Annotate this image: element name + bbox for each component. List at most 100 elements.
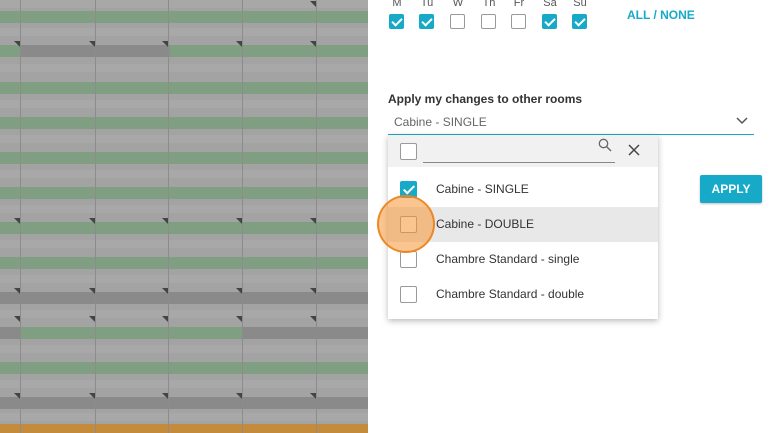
- grid-row: [0, 240, 368, 248]
- grid-bottom-bar: [0, 424, 368, 433]
- grid-row: [0, 170, 368, 178]
- dropdown-option[interactable]: Chambre Standard - double: [388, 277, 658, 312]
- all-none-toggle[interactable]: ALL / NONE: [627, 8, 695, 22]
- option-checkbox[interactable]: [400, 181, 417, 198]
- day-label: Fr: [513, 0, 525, 9]
- grid-row: [0, 135, 368, 143]
- day-checkbox[interactable]: [389, 14, 404, 29]
- grid-column-divider: [168, 0, 169, 433]
- day-label: Th: [482, 0, 496, 9]
- cell-corner-marker: [310, 1, 316, 7]
- day-checkbox[interactable]: [481, 14, 496, 29]
- cell-corner-marker: [310, 316, 316, 322]
- cell-corner-marker: [310, 393, 316, 399]
- grid-cell: [0, 117, 368, 129]
- dropdown-option[interactable]: Cabine - DOUBLE: [388, 207, 658, 242]
- cell-corner-marker: [14, 218, 20, 224]
- dropdown-option[interactable]: Cabine - SINGLE: [388, 172, 658, 207]
- grid-row: [0, 187, 368, 199]
- grid-cell: [0, 152, 368, 164]
- grid-row: [0, 362, 368, 374]
- option-label: Chambre Standard - single: [436, 252, 580, 266]
- dropdown-option[interactable]: Chambre Standard - single: [388, 242, 658, 277]
- grid-cell: [0, 187, 368, 199]
- grid-row: [0, 275, 368, 283]
- day-checkbox[interactable]: [542, 14, 557, 29]
- cell-corner-marker: [236, 41, 242, 47]
- room-select-value: Cabine - SINGLE: [394, 115, 487, 129]
- grid-cell: [0, 11, 368, 23]
- cell-corner-marker: [310, 41, 316, 47]
- cell-corner-marker: [236, 316, 242, 322]
- dropdown-search-input[interactable]: [423, 142, 615, 163]
- cell-corner-marker: [162, 316, 168, 322]
- day-checkbox[interactable]: [450, 14, 465, 29]
- day-label: M: [392, 0, 402, 9]
- grid-row: [0, 380, 368, 388]
- grid-cell: [0, 362, 368, 374]
- cell-corner-marker: [162, 41, 168, 47]
- select-all-checkbox[interactable]: [400, 143, 417, 160]
- grid-cell: [0, 28, 368, 36]
- grid-row: [0, 28, 368, 36]
- room-select[interactable]: Cabine - SINGLE: [388, 112, 754, 135]
- cell-corner-marker: [310, 288, 316, 294]
- grid-cell: [0, 380, 368, 388]
- close-icon[interactable]: [627, 143, 641, 157]
- option-checkbox[interactable]: [400, 286, 417, 303]
- day-checkbox[interactable]: [419, 14, 434, 29]
- grid-row: [0, 64, 368, 72]
- cell-corner-marker: [89, 316, 95, 322]
- grid-cell: [242, 327, 368, 339]
- grid-row: [0, 11, 368, 23]
- chevron-down-icon: [736, 117, 748, 125]
- cell-corner-marker: [14, 316, 20, 322]
- grid-cell: [0, 170, 368, 178]
- grid-cell: [0, 345, 368, 353]
- grid-row: [0, 152, 368, 164]
- grid-row: [0, 413, 368, 421]
- grid-cell: [170, 45, 368, 57]
- room-dropdown: Cabine - SINGLE Cabine - DOUBLE Chambre St…: [388, 135, 658, 319]
- option-label: Cabine - DOUBLE: [436, 217, 535, 231]
- grid-column-divider: [242, 0, 243, 433]
- grid-row: [0, 257, 368, 269]
- grid-cell: [0, 240, 368, 248]
- cell-corner-marker: [236, 393, 242, 399]
- grid-row: [0, 82, 368, 94]
- cell-corner-marker: [14, 41, 20, 47]
- option-checkbox[interactable]: [400, 251, 417, 268]
- cell-corner-marker: [89, 41, 95, 47]
- grid-cell: [0, 82, 368, 94]
- cell-corner-marker: [162, 218, 168, 224]
- apply-button[interactable]: APPLY: [700, 175, 762, 203]
- day-label: W: [452, 0, 464, 9]
- grid-column-divider: [20, 0, 21, 433]
- grid-cell: [0, 413, 368, 421]
- grid-row: [0, 205, 368, 213]
- cell-corner-marker: [14, 393, 20, 399]
- day-checkbox[interactable]: [572, 14, 587, 29]
- option-label: Chambre Standard - double: [436, 287, 585, 301]
- grid-column-divider: [316, 0, 317, 433]
- cell-corner-marker: [162, 288, 168, 294]
- option-checkbox[interactable]: [400, 216, 417, 233]
- cell-corner-marker: [236, 218, 242, 224]
- grid-cell: [0, 327, 20, 339]
- day-checkbox[interactable]: [511, 14, 526, 29]
- grid-row: [0, 100, 368, 108]
- grid-cell: [0, 257, 368, 269]
- grid-row: [0, 327, 368, 339]
- cell-corner-marker: [310, 218, 316, 224]
- grid-cell: [20, 327, 242, 339]
- grid-cell: [0, 135, 368, 143]
- cell-corner-marker: [89, 393, 95, 399]
- day-label: Tu: [420, 0, 434, 9]
- cell-corner-marker: [162, 393, 168, 399]
- grid-cell: [0, 64, 368, 72]
- grid-row: [0, 117, 368, 129]
- grid-cell: [0, 275, 368, 283]
- grid-column-divider: [95, 0, 96, 433]
- search-icon: [598, 138, 612, 152]
- grid-cell: [0, 100, 368, 108]
